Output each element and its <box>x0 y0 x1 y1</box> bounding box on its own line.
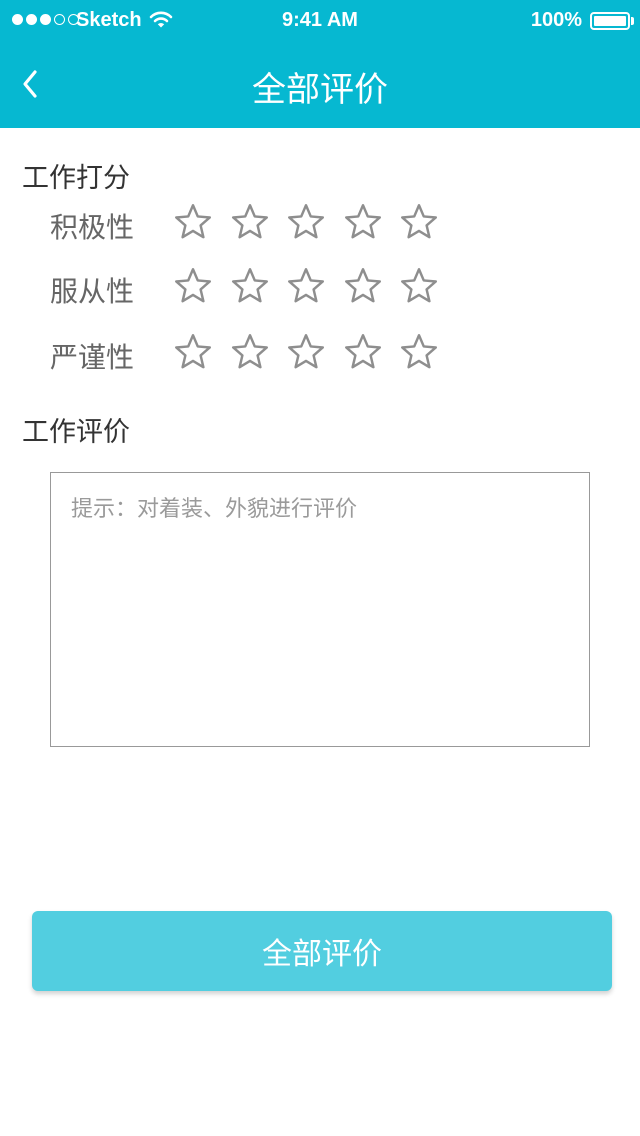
star-icon[interactable] <box>398 200 440 242</box>
battery-icon <box>590 12 630 30</box>
star-icon[interactable] <box>342 330 384 372</box>
star-icon[interactable] <box>285 264 327 306</box>
review-textarea[interactable] <box>50 472 590 747</box>
back-button[interactable] <box>10 60 50 108</box>
rating-label: 严谨性 <box>50 341 135 374</box>
rating-row: 积极性 <box>0 198 640 248</box>
header: Sketch 9:41 AM 100% 全部评价 <box>0 0 640 128</box>
star-rating <box>172 330 455 372</box>
review-section-title: 工作评价 <box>22 417 130 448</box>
star-icon[interactable] <box>285 330 327 372</box>
battery-tip <box>631 17 634 25</box>
rating-label: 积极性 <box>50 211 135 244</box>
star-rating <box>172 264 455 306</box>
page-title: 全部评价 <box>252 70 388 110</box>
star-icon[interactable] <box>285 200 327 242</box>
star-icon[interactable] <box>229 200 271 242</box>
status-bar: Sketch 9:41 AM 100% <box>0 0 640 40</box>
star-icon[interactable] <box>229 330 271 372</box>
star-icon[interactable] <box>342 200 384 242</box>
rating-row: 服从性 <box>0 262 640 312</box>
score-section-title: 工作打分 <box>22 163 130 194</box>
battery-percentage: 100% <box>530 9 582 31</box>
star-icon[interactable] <box>172 330 214 372</box>
navigation-bar: 全部评价 <box>0 40 640 128</box>
app-screen: Sketch 9:41 AM 100% 全部评价 工作打分 积极性 服从性 严谨… <box>0 0 640 1136</box>
rating-row: 严谨性 <box>0 328 640 378</box>
rating-label: 服从性 <box>50 275 135 308</box>
star-icon[interactable] <box>172 200 214 242</box>
star-rating <box>172 200 455 242</box>
star-icon[interactable] <box>398 330 440 372</box>
star-icon[interactable] <box>342 264 384 306</box>
star-icon[interactable] <box>172 264 214 306</box>
star-icon[interactable] <box>398 264 440 306</box>
chevron-left-icon <box>23 70 37 98</box>
star-icon[interactable] <box>229 264 271 306</box>
submit-button[interactable]: 全部评价 <box>32 911 612 991</box>
